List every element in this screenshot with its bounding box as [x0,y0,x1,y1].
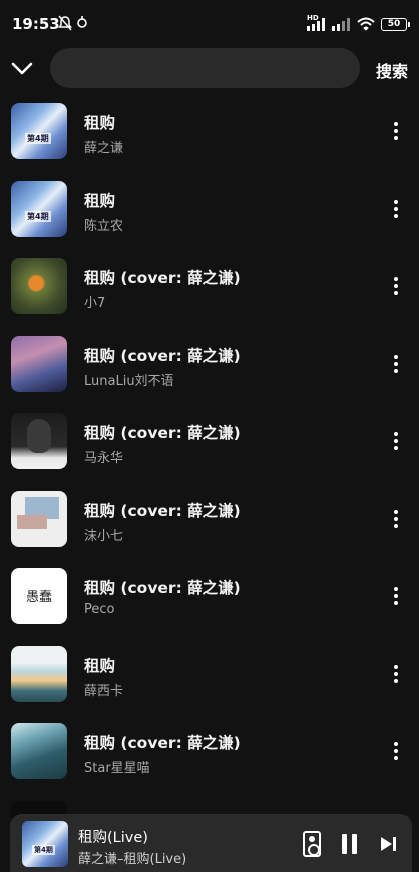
app-notification-icon [76,15,88,33]
song-artist: Peco [84,602,115,617]
album-cover: 第4期 [11,103,67,159]
cover-text: 第4期 [25,210,51,222]
song-title: 租购 [84,656,116,675]
album-cover: 愚蠢 [11,568,67,624]
list-item[interactable]: 第4期 租购 薛之谦 [0,92,419,170]
song-artist: 陈立农 [84,218,124,234]
list-item[interactable]: 愚蠢 租购 (cover: 薛之谦) Peco [0,557,419,635]
song-artist: 小7 [84,296,106,311]
status-time: 19:53 [12,15,60,33]
now-playing-cover: 第4期 [22,821,68,867]
signal-icon-2 [332,18,350,31]
song-title: 租购 (cover: 薛之谦) [84,734,241,752]
album-cover [11,490,67,547]
album-cover [11,413,67,469]
cover-text: 第4期 [32,845,55,855]
more-vertical-icon[interactable] [386,273,406,299]
song-artist: 沫小七 [84,528,124,544]
more-vertical-icon[interactable] [386,661,406,687]
list-item[interactable]: 租购 (cover: 薛之谦) 小7 [0,247,419,325]
mute-notification-icon [58,15,72,35]
song-artist: 薛之谦 [84,141,124,156]
album-cover [11,645,67,702]
search-input[interactable] [50,48,360,88]
album-cover [11,723,67,779]
song-artist: Star星星喵 [84,761,150,776]
album-cover [11,258,67,314]
cover-text: 愚蠢 [25,590,52,605]
list-item[interactable]: 租购 (cover: 薛之谦) 沫小七 [0,480,419,558]
song-artist: 马永华 [84,451,124,466]
now-playing-subtitle: 薛之谦–租购(Live) [78,852,187,867]
speaker-device-icon[interactable] [303,831,321,857]
song-title: 租购 (cover: 薛之谦) [84,579,241,597]
status-bar: 19:53 HD 50 [0,0,419,50]
list-item[interactable]: 租购 (cover: 薛之谦) LunaLiu刘不语 [0,325,419,403]
song-title: 租购 [84,114,116,132]
more-vertical-icon[interactable] [386,506,406,532]
search-header: 搜索 [0,46,419,90]
more-vertical-icon[interactable] [386,583,406,609]
list-item[interactable]: 租购 薛西卡 [0,635,419,713]
list-item[interactable]: 租购 (cover: 薛之谦) Star星星喵 [0,712,419,790]
song-title: 租购 (cover: 薛之谦) [84,269,241,287]
album-cover: 第4期 [11,180,67,237]
more-vertical-icon[interactable] [386,118,406,144]
chevron-down-icon[interactable] [10,56,34,80]
song-title: 租购 (cover: 薛之谦) [84,346,241,365]
search-button[interactable]: 搜索 [376,58,408,82]
list-item[interactable]: 租购 (cover: 薛之谦) 马永华 [0,402,419,480]
more-vertical-icon[interactable] [386,428,406,454]
now-playing-title: 租购(Live) [78,830,148,846]
skip-next-icon[interactable] [379,835,397,853]
song-title: 租购 (cover: 薛之谦) [84,501,241,520]
more-vertical-icon[interactable] [386,351,406,377]
wifi-icon [357,17,375,31]
song-artist: LunaLiu刘不语 [84,373,174,389]
more-vertical-icon[interactable] [386,738,406,764]
song-title: 租购 [84,191,116,210]
song-artist: 薛西卡 [84,683,124,699]
cover-text: 第4期 [25,133,51,144]
signal-icon [307,18,325,31]
more-vertical-icon[interactable] [386,196,406,222]
pause-icon[interactable] [341,834,359,854]
battery-indicator: 50 [381,18,410,31]
list-item[interactable]: 第4期 租购 陈立农 [0,170,419,248]
song-result-list: 第4期 租购 薛之谦 第4期 租购 陈立农 租购 (cover: 薛之谦) 小7… [0,92,419,867]
mini-player[interactable]: 第4期 租购(Live) 薛之谦–租购(Live) [10,814,412,872]
album-cover [11,335,67,392]
song-title: 租购 (cover: 薛之谦) [84,424,241,442]
